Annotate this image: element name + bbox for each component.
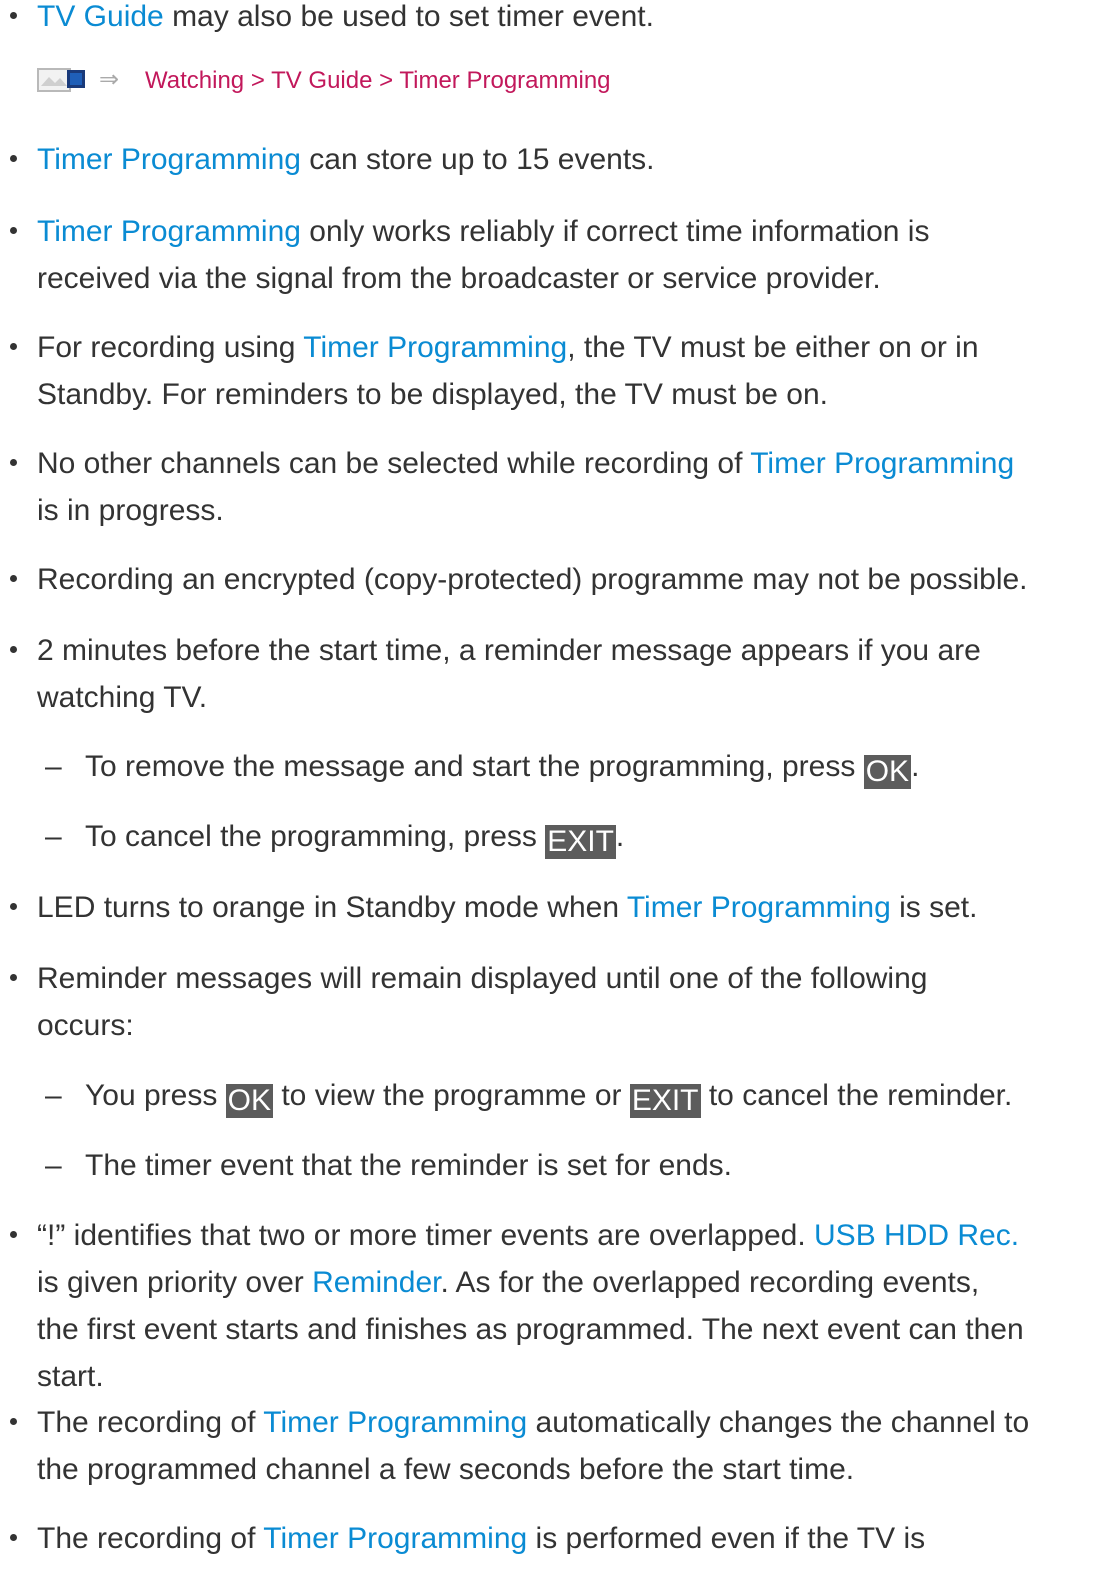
- tv-guide-link[interactable]: TV Guide: [37, 0, 164, 33]
- note-text: .: [911, 750, 920, 783]
- note-text: is set.: [890, 891, 978, 924]
- note-text: “!” identifies that two or more timer ev…: [37, 1219, 815, 1252]
- dash-icon: –: [45, 750, 62, 783]
- note-text: Reminder messages will remain displayed …: [37, 962, 928, 995]
- bullet-icon: [10, 227, 17, 234]
- note-text: is performed even if the TV is: [527, 1522, 926, 1555]
- note-text: You press: [85, 1079, 226, 1112]
- bullet-icon: [10, 646, 17, 653]
- bullet-icon: [10, 459, 17, 466]
- note-text: No other channels can be selected while …: [37, 447, 751, 480]
- note-text: The recording of: [37, 1522, 264, 1555]
- note-text: occurs:: [37, 1009, 134, 1042]
- note-text: received via the signal from the broadca…: [37, 262, 881, 295]
- note-text: The timer event that the reminder is set…: [85, 1149, 732, 1182]
- usb-hdd-rec-link[interactable]: USB HDD Rec.: [814, 1219, 1019, 1252]
- dash-icon: –: [45, 1079, 62, 1112]
- bullet-icon: [10, 1534, 17, 1541]
- note-text: LED turns to orange in Standby mode when: [37, 891, 627, 924]
- bullet-icon: [10, 903, 17, 910]
- bullet-icon: [10, 12, 17, 19]
- timer-programming-link[interactable]: Timer Programming: [750, 447, 1014, 480]
- note-text: , the TV must be either on or in: [567, 331, 979, 364]
- ok-key-label: OK: [225, 1084, 274, 1118]
- note-text: Standby. For reminders to be displayed, …: [37, 378, 828, 411]
- note-text: For recording using: [37, 331, 304, 364]
- timer-programming-link[interactable]: Timer Programming: [37, 215, 301, 248]
- bullet-icon: [10, 343, 17, 350]
- timer-programming-link[interactable]: Timer Programming: [263, 1522, 527, 1555]
- note-text: Recording an encrypted (copy-protected) …: [37, 563, 1028, 596]
- note-text: .: [615, 820, 625, 853]
- bullet-icon: [10, 155, 17, 162]
- note-text: is in progress.: [37, 494, 224, 527]
- note-text: only works reliably if correct time info…: [300, 215, 930, 248]
- note-text: is given priority over: [37, 1266, 313, 1299]
- note-text: automatically changes the channel to: [527, 1406, 1030, 1439]
- note-text: the first event starts and finishes as p…: [37, 1313, 1024, 1346]
- note-text: 2 minutes before the start time, a remin…: [37, 634, 981, 667]
- dash-icon: –: [45, 1149, 62, 1182]
- bullet-icon: [10, 575, 17, 582]
- bullet-icon: [10, 1231, 17, 1238]
- ok-key-label: OK: [863, 755, 912, 789]
- note-text: . As for the overlapped recording events…: [440, 1266, 980, 1299]
- note-text: To remove the message and start the prog…: [85, 750, 864, 783]
- reference-path[interactable]: Watching > TV Guide > Timer Programming: [145, 68, 611, 94]
- exit-key-label: EXIT: [545, 825, 616, 859]
- tv-manual-icon: [37, 68, 85, 92]
- timer-programming-link[interactable]: Timer Programming: [263, 1406, 527, 1439]
- exit-key-label: EXIT: [629, 1084, 701, 1118]
- note-text: may also be used to set timer event.: [163, 0, 654, 33]
- arrow-right-icon: ⇒: [99, 66, 120, 93]
- note-text: the programmed channel a few seconds bef…: [37, 1453, 855, 1486]
- reference-link[interactable]: ⇒ Watching > TV Guide > Timer Programmin…: [37, 66, 937, 96]
- document-page: TV Guide may also be used to set timer e…: [0, 0, 1105, 1571]
- note-text: watching TV.: [37, 681, 208, 714]
- timer-programming-link[interactable]: Timer Programming: [303, 331, 567, 364]
- timer-programming-link[interactable]: Timer Programming: [627, 891, 891, 924]
- timer-programming-link[interactable]: Timer Programming: [37, 143, 301, 176]
- note-text: to cancel the reminder.: [700, 1079, 1013, 1112]
- bullet-icon: [10, 974, 17, 981]
- bullet-icon: [10, 1418, 17, 1425]
- reminder-link[interactable]: Reminder: [312, 1266, 440, 1299]
- note-text: To cancel the programming, press: [85, 820, 546, 853]
- note-text: can store up to 15 events.: [300, 143, 655, 176]
- dash-icon: –: [45, 820, 62, 853]
- note-text: to view the programme or: [273, 1079, 630, 1112]
- note-text: start.: [37, 1360, 104, 1393]
- note-text: The recording of: [37, 1406, 264, 1439]
